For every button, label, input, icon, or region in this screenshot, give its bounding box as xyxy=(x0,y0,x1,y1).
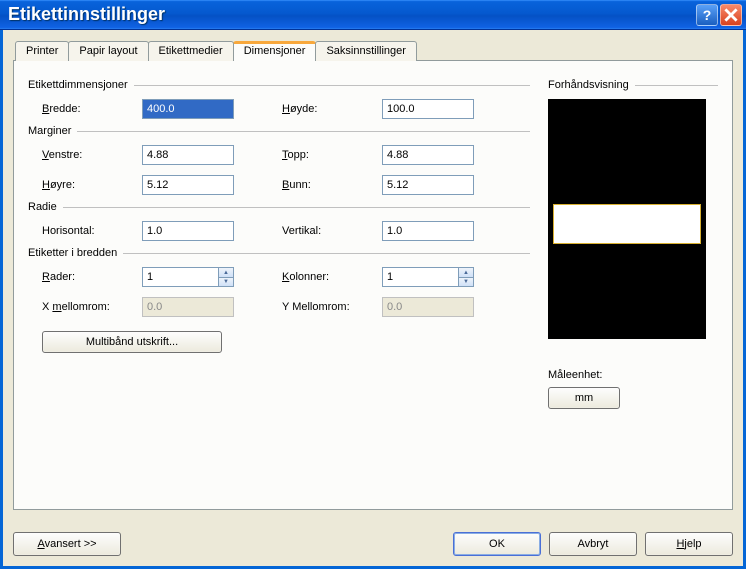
window-title: Etikettinnstillinger xyxy=(8,4,696,25)
advanced-button[interactable]: Avansert >> xyxy=(13,532,121,556)
group-label-dimensions-title: Etikettdimmensjoner xyxy=(28,79,128,91)
top-margin-label: Topp: xyxy=(282,149,382,161)
vert-radius-label: Vertikal: xyxy=(282,225,382,237)
height-input[interactable] xyxy=(382,99,474,119)
group-labels-across: Etiketter i bredden xyxy=(28,247,530,259)
tab-scissors[interactable]: Saksinnstillinger xyxy=(315,41,416,61)
width-input[interactable] xyxy=(142,99,234,119)
cols-stepper[interactable]: ▲ ▼ xyxy=(382,267,474,287)
help-icon[interactable]: ? xyxy=(696,4,718,26)
horiz-radius-input[interactable] xyxy=(142,221,234,241)
rows-stepper[interactable]: ▲ ▼ xyxy=(142,267,234,287)
cancel-button[interactable]: Avbryt xyxy=(549,532,637,556)
top-margin-input[interactable] xyxy=(382,145,474,165)
group-labels-across-title: Etiketter i bredden xyxy=(28,247,117,259)
help-button[interactable]: Hjelp xyxy=(645,532,733,556)
vert-radius-input[interactable] xyxy=(382,221,474,241)
rows-up-icon[interactable]: ▲ xyxy=(218,267,234,277)
group-margins-title: Marginer xyxy=(28,125,71,137)
height-label: Høyde: xyxy=(282,103,382,115)
left-margin-input[interactable] xyxy=(142,145,234,165)
ok-button[interactable]: OK xyxy=(453,532,541,556)
ygap-input xyxy=(382,297,474,317)
rows-down-icon[interactable]: ▼ xyxy=(218,277,234,287)
unit-label: Måleenhet: xyxy=(548,369,718,381)
ygap-label: Y Mellomrom: xyxy=(282,301,382,313)
window-body: Printer Papir layout Etikettmedier Dimen… xyxy=(0,30,746,569)
tab-dimensions[interactable]: Dimensjoner xyxy=(233,41,317,61)
width-label: Bredde: xyxy=(42,103,142,115)
preview-area xyxy=(548,99,706,339)
cols-down-icon[interactable]: ▼ xyxy=(458,277,474,287)
group-radius: Radie xyxy=(28,201,530,213)
cols-up-icon[interactable]: ▲ xyxy=(458,267,474,277)
xgap-label: X mellomrom: xyxy=(42,301,142,313)
cols-input[interactable] xyxy=(382,267,458,287)
group-radius-title: Radie xyxy=(28,201,57,213)
xgap-input xyxy=(142,297,234,317)
right-margin-label: Høyre: xyxy=(42,179,142,191)
cols-label: Kolonner: xyxy=(282,271,382,283)
tab-paper-layout[interactable]: Papir layout xyxy=(68,41,148,61)
tab-panel-dimensions: Etikettdimmensjoner Bredde: Høyde: Margi… xyxy=(13,60,733,510)
bottom-bar: Avansert >> OK Avbryt Hjelp xyxy=(13,532,733,556)
left-margin-label: Venstre: xyxy=(42,149,142,161)
right-margin-input[interactable] xyxy=(142,175,234,195)
rows-input[interactable] xyxy=(142,267,218,287)
tab-label-media[interactable]: Etikettmedier xyxy=(148,41,234,61)
group-preview-title: Forhåndsvisning xyxy=(548,79,629,91)
titlebar-buttons: ? xyxy=(696,4,746,26)
tab-strip: Printer Papir layout Etikettmedier Dimen… xyxy=(15,41,733,61)
rows-label: Rader: xyxy=(42,271,142,283)
tab-printer[interactable]: Printer xyxy=(15,41,69,61)
unit-button[interactable]: mm xyxy=(548,387,620,409)
close-icon[interactable] xyxy=(720,4,742,26)
horiz-radius-label: Horisontal: xyxy=(42,225,142,237)
bottom-margin-label: Bunn: xyxy=(282,179,382,191)
titlebar: Etikettinnstillinger ? xyxy=(0,0,746,30)
group-preview: Forhåndsvisning xyxy=(548,79,718,91)
multiband-button[interactable]: Multibånd utskrift... xyxy=(42,331,222,353)
group-margins: Marginer xyxy=(28,125,530,137)
bottom-margin-input[interactable] xyxy=(382,175,474,195)
preview-label-rect xyxy=(553,204,701,244)
group-label-dimensions: Etikettdimmensjoner xyxy=(28,79,530,91)
